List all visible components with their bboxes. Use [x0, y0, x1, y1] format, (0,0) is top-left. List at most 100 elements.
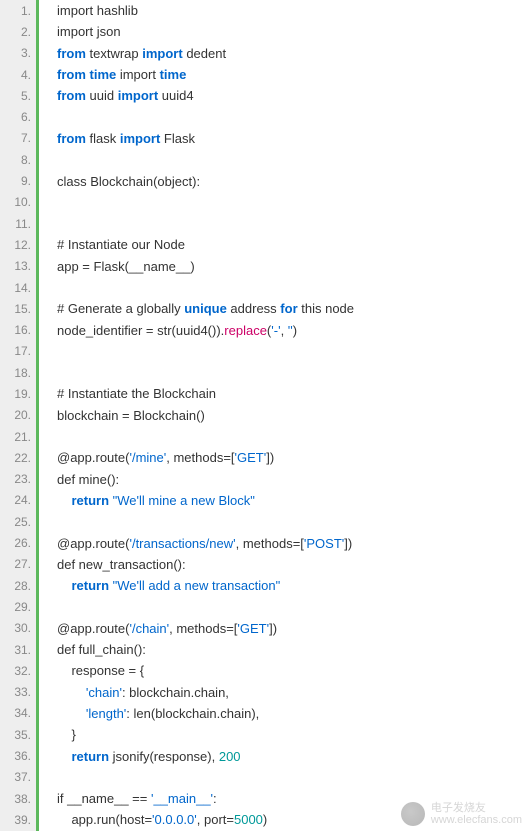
code-token: # Generate a globally: [57, 301, 184, 316]
code-content: class Blockchain(object):: [45, 174, 200, 189]
code-gap: [39, 341, 45, 362]
line-number: 19.: [0, 383, 36, 404]
line-number: 14.: [0, 277, 36, 298]
code-line: 13. app = Flask(__name__): [0, 256, 532, 277]
code-line: 18.: [0, 362, 532, 383]
line-number: 17.: [0, 341, 36, 362]
code-token: 'chain': [86, 685, 122, 700]
code-line: 16.node_identifier = str(uuid4()).replac…: [0, 319, 532, 340]
line-number: 6.: [0, 106, 36, 127]
code-block: 1. import hashlib 2. import json 3.from text…: [0, 0, 532, 831]
code-token: def full_chain():: [57, 642, 146, 657]
line-number: 23.: [0, 469, 36, 490]
code-content: @app.route('/chain', methods=['GET']): [45, 621, 277, 636]
code-line: 17.: [0, 341, 532, 362]
code-gap: [39, 149, 45, 170]
code-line: 30. @app.route('/chain', methods=['GET']): [0, 618, 532, 639]
line-number: 35.: [0, 724, 36, 745]
code-line: 15.# Generate a globally unique address …: [0, 298, 532, 319]
code-token: , methods=[: [166, 450, 234, 465]
code-content: return jsonify(response), 200: [45, 749, 241, 764]
line-number: 9.: [0, 170, 36, 191]
code-token: return: [71, 493, 112, 508]
code-gap: [39, 362, 45, 383]
line-number: 20.: [0, 405, 36, 426]
code-token: import: [118, 88, 158, 103]
code-line: 5.from uuid import uuid4: [0, 85, 532, 106]
code-gap: [39, 511, 45, 532]
code-token: , methods=[: [236, 536, 304, 551]
code-content: import hashlib: [45, 3, 138, 18]
code-token: jsonify(response),: [113, 749, 219, 764]
code-token: 'length': [86, 706, 126, 721]
code-token: '/chain': [129, 621, 169, 636]
line-number: 13.: [0, 256, 36, 277]
code-content: 'length': len(blockchain.chain),: [45, 706, 259, 721]
code-token: "We'll mine a new Block": [113, 493, 255, 508]
code-token: import: [120, 67, 160, 82]
code-line: 22.@app.route('/mine', methods=['GET']): [0, 447, 532, 468]
code-line: 10.: [0, 192, 532, 213]
line-number: 34.: [0, 703, 36, 724]
code-token: @app.route(: [57, 536, 129, 551]
line-number: 26.: [0, 532, 36, 553]
code-line: 12.# Instantiate our Node: [0, 234, 532, 255]
code-token: '/transactions/new': [129, 536, 235, 551]
code-line: 27.def new_transaction():: [0, 554, 532, 575]
code-line: 23.def mine():: [0, 469, 532, 490]
code-content: from textwrap import dedent: [45, 46, 226, 61]
code-token: address: [227, 301, 280, 316]
code-content: def new_transaction():: [45, 557, 186, 572]
line-number: 31.: [0, 639, 36, 660]
code-gap: [39, 213, 45, 234]
code-token: '0.0.0.0': [152, 812, 197, 827]
line-number: 10.: [0, 192, 36, 213]
code-token: this node: [298, 301, 354, 316]
code-token: textwrap: [90, 46, 143, 61]
code-line: 8.: [0, 149, 532, 170]
code-line: 14.: [0, 277, 532, 298]
code-token: app.run(host=: [57, 812, 152, 827]
code-token: blockchain = Blockchain(): [57, 408, 205, 423]
code-token: : blockchain.chain,: [122, 685, 229, 700]
code-token: replace: [224, 323, 267, 338]
code-content: # Generate a globally unique address for…: [45, 301, 354, 316]
code-token: 5000: [234, 812, 263, 827]
code-token: 'GET': [235, 450, 267, 465]
code-content: from time import time: [45, 67, 186, 82]
code-content: @app.route('/transactions/new', methods=…: [45, 536, 352, 551]
line-number: 30.: [0, 618, 36, 639]
code-token: for: [280, 301, 297, 316]
code-gap: [39, 767, 45, 788]
code-content: import json: [45, 24, 121, 39]
code-token: class Blockchain(object):: [57, 174, 200, 189]
code-line: 20. blockchain = Blockchain(): [0, 405, 532, 426]
code-content: if __name__ == '__main__':: [45, 791, 217, 806]
line-number: 33.: [0, 682, 36, 703]
code-token: ,: [281, 323, 288, 338]
code-line: 19.# Instantiate the Blockchain: [0, 383, 532, 404]
code-token: , methods=[: [169, 621, 237, 636]
line-number: 37.: [0, 767, 36, 788]
code-gap: [39, 426, 45, 447]
code-token: '__main__': [151, 791, 213, 806]
code-token: ]): [266, 450, 274, 465]
code-token: flask: [90, 131, 120, 146]
code-line: 38.if __name__ == '__main__':: [0, 788, 532, 809]
code-token: 'GET': [237, 621, 269, 636]
code-line: 3.from textwrap import dedent: [0, 43, 532, 64]
code-token: '/mine': [129, 450, 166, 465]
code-token: , port=: [197, 812, 234, 827]
code-token: :: [213, 791, 217, 806]
line-number: 2.: [0, 21, 36, 42]
code-content: @app.route('/mine', methods=['GET']): [45, 450, 274, 465]
code-line: 1. import hashlib: [0, 0, 532, 21]
code-token: def new_transaction():: [57, 557, 186, 572]
code-line: 24. return "We'll mine a new Block": [0, 490, 532, 511]
code-content: app = Flask(__name__): [45, 259, 195, 274]
line-number: 29.: [0, 596, 36, 617]
code-token: time: [160, 67, 187, 82]
line-number: 1.: [0, 0, 36, 21]
code-token: @app.route(: [57, 621, 129, 636]
code-token: [57, 578, 71, 593]
